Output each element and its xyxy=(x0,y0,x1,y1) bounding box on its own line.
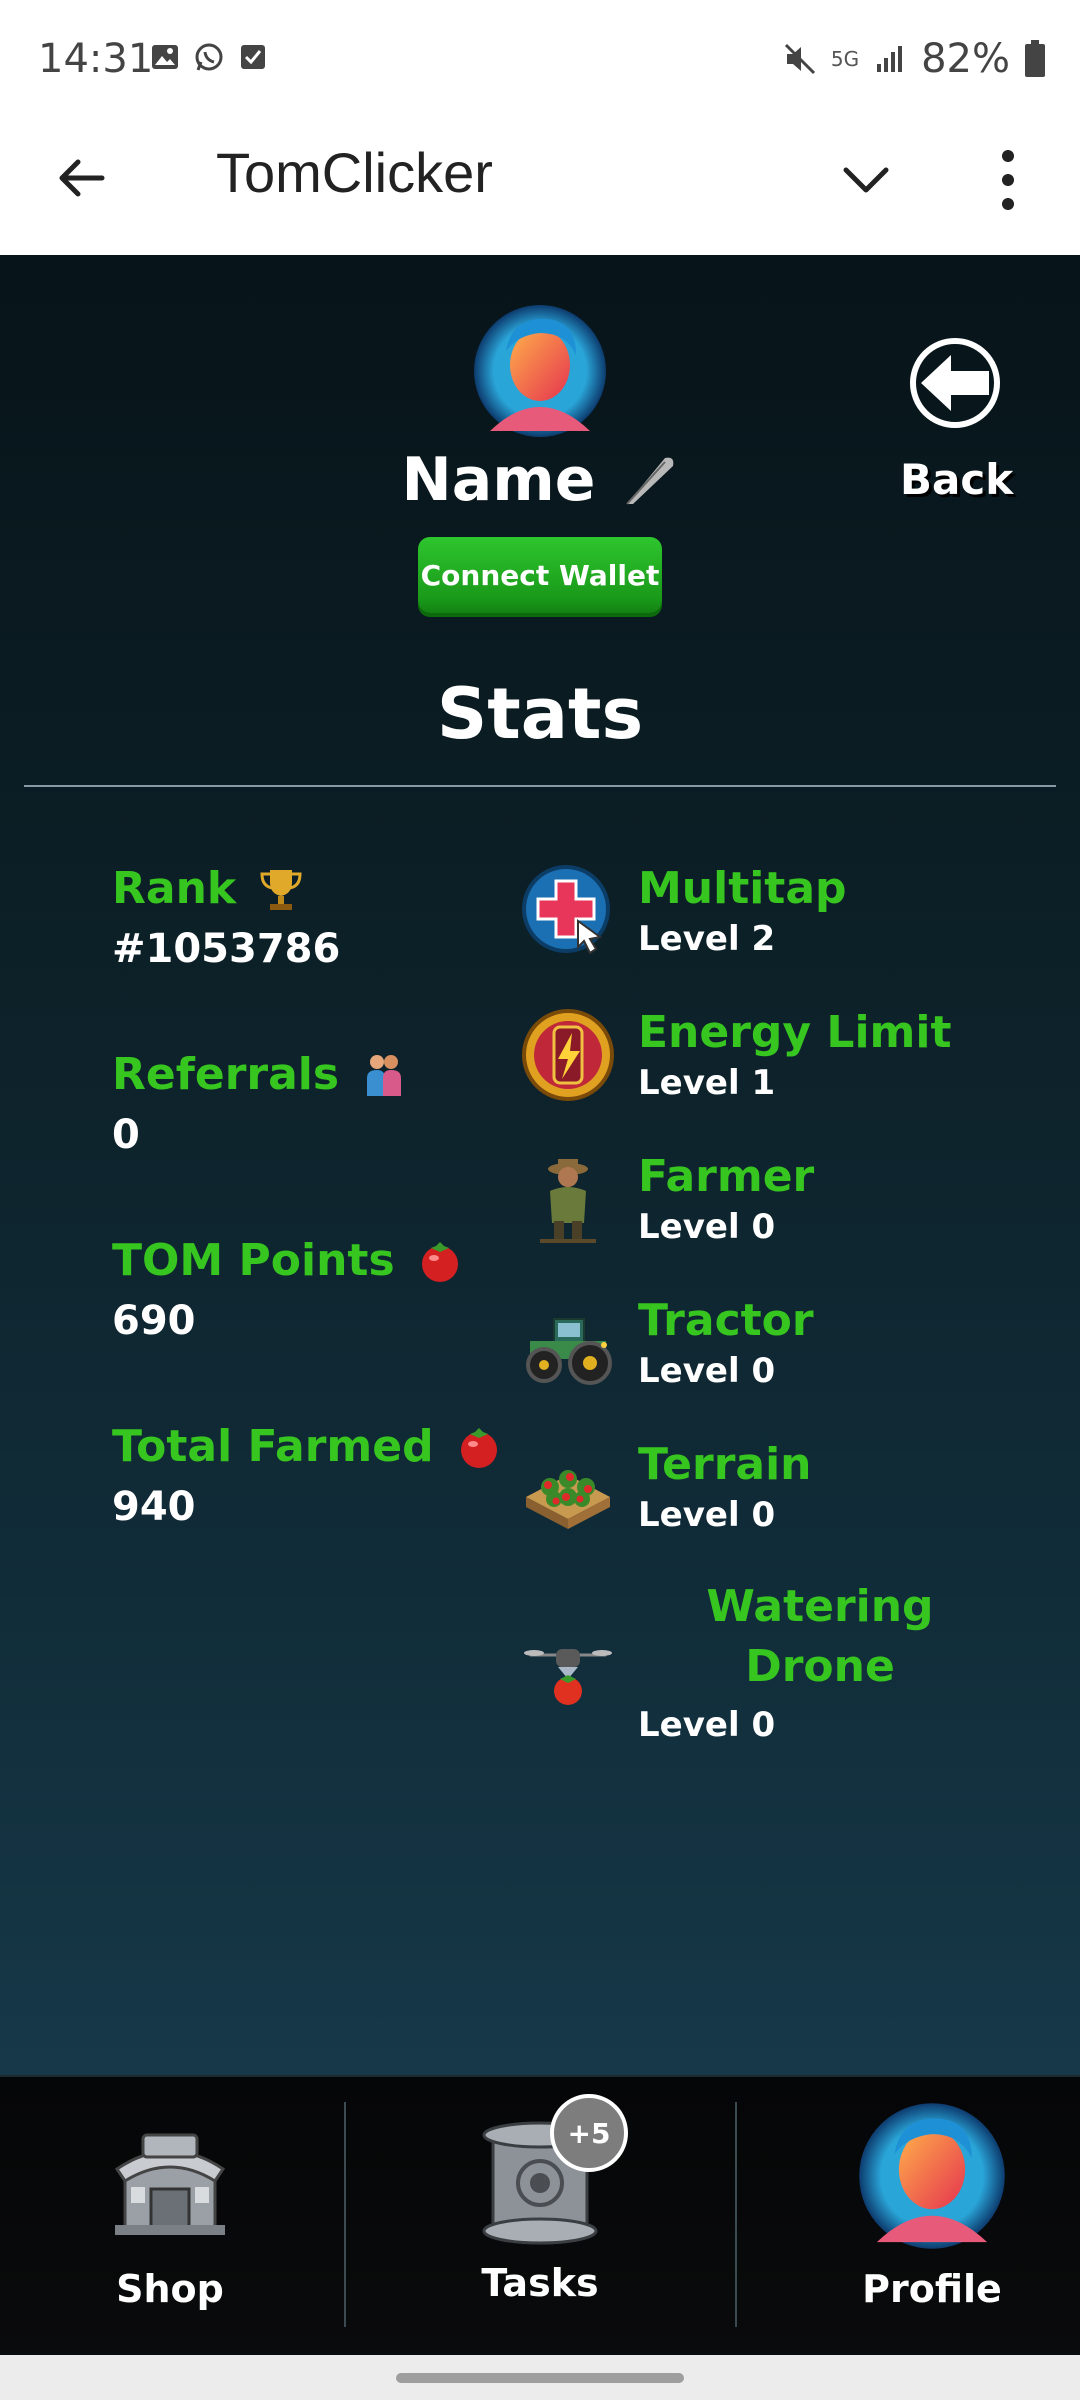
upgrade-tractor: Tractor Level 0 xyxy=(520,1295,1040,1425)
stat-label: Referrals xyxy=(112,1049,340,1100)
more-options-icon[interactable] xyxy=(990,144,1026,216)
nav-profile[interactable]: Profile xyxy=(762,2077,1080,2357)
chevron-down-icon[interactable] xyxy=(836,150,896,210)
trophy-icon xyxy=(260,869,302,910)
tomato-icon xyxy=(421,1241,458,1282)
notification-icons xyxy=(150,42,268,72)
tractor-icon xyxy=(526,1318,612,1385)
upgrade-terrain: Terrain Level 0 xyxy=(520,1439,1040,1569)
upgrade-name-line1: Watering xyxy=(706,1581,934,1632)
nav-divider xyxy=(735,2102,737,2327)
upgrade-name: Tractor xyxy=(638,1295,814,1346)
profile-name: Name xyxy=(401,445,596,515)
drone-icon xyxy=(524,1649,612,1705)
back-circle-arrow-icon xyxy=(910,338,1000,428)
nav-label: Shop xyxy=(116,2267,224,2311)
back-arrow-icon[interactable] xyxy=(52,148,112,208)
terrain-icon xyxy=(526,1470,610,1529)
nav-label: Profile xyxy=(862,2267,1002,2311)
upgrade-level: Level 1 xyxy=(638,1063,776,1103)
nav-divider xyxy=(344,2102,346,2327)
upgrade-name: Multitap xyxy=(638,863,847,914)
status-time: 14:31 xyxy=(38,36,154,82)
gesture-bar xyxy=(0,2355,1080,2400)
stat-value: 0 xyxy=(112,1112,140,1158)
upgrade-name: Farmer xyxy=(638,1151,815,1202)
home-gesture-pill[interactable] xyxy=(396,2373,684,2383)
farmer-icon xyxy=(540,1159,596,1243)
whatsapp-icon xyxy=(195,43,223,71)
stats-title: Stats xyxy=(436,673,644,755)
upgrade-level: Level 0 xyxy=(638,1495,776,1535)
status-bar: 14:31 5G 82% xyxy=(0,0,1080,120)
mute-icon xyxy=(784,43,815,75)
feather-edit-icon[interactable] xyxy=(619,450,679,510)
connect-wallet-button[interactable]: Connect Wallet xyxy=(418,537,662,613)
stat-rank: Rank #1053786 xyxy=(112,863,340,972)
back-button[interactable]: Back xyxy=(900,335,1014,504)
nav-shop[interactable]: Shop xyxy=(0,2077,340,2357)
avatar xyxy=(474,305,606,437)
battery-icon xyxy=(1025,40,1045,77)
upgrade-watering-drone: Watering Drone Level 0 xyxy=(520,1581,1040,1773)
game-panel: Name Connect Wallet Back Stats Rank #105… xyxy=(0,255,1080,2075)
upgrade-level: Level 0 xyxy=(638,1351,776,1391)
shop-icon xyxy=(114,2133,226,2235)
nav-tasks[interactable]: +5 Tasks xyxy=(370,2077,710,2357)
upgrade-farmer: Farmer Level 0 xyxy=(520,1151,1040,1281)
upgrade-multitap: Multitap Level 2 xyxy=(520,863,1040,993)
stat-referrals: Referrals 0 xyxy=(112,1049,407,1158)
status-right: 5G 82% xyxy=(783,36,1046,82)
hug-icon xyxy=(367,1054,402,1096)
upgrade-energy-limit: Energy Limit Level 1 xyxy=(520,1007,1040,1137)
stat-label: Total Farmed xyxy=(112,1421,434,1472)
tomato-icon xyxy=(460,1427,497,1468)
stat-total-farmed: Total Farmed 940 xyxy=(112,1421,502,1530)
upgrade-name: Energy Limit xyxy=(638,1007,952,1058)
upgrade-level: Level 0 xyxy=(638,1705,776,1745)
nav-label: Tasks xyxy=(481,2261,599,2305)
tasks-badge: +5 xyxy=(550,2094,628,2172)
back-label: Back xyxy=(900,455,1014,504)
upgrade-name-line2: Drone xyxy=(745,1641,895,1692)
app-bar: TomClicker xyxy=(0,120,1080,255)
network-type: 5G xyxy=(830,47,860,71)
upgrade-name: Terrain xyxy=(638,1439,812,1490)
upgrade-level: Level 0 xyxy=(638,1207,776,1247)
battery-percent: 82% xyxy=(921,36,1010,82)
stat-value: 940 xyxy=(112,1484,196,1530)
stat-tom-points: TOM Points 690 xyxy=(112,1235,463,1344)
stat-label: Rank xyxy=(112,863,237,914)
bottom-nav: Shop +5 Tasks Profile xyxy=(0,2075,1080,2357)
divider xyxy=(24,785,1056,787)
checkbox-icon xyxy=(241,45,265,69)
upgrade-level: Level 2 xyxy=(638,919,776,959)
app-title: TomClicker xyxy=(216,141,493,204)
stat-value: #1053786 xyxy=(112,926,341,972)
energy-battery-icon xyxy=(522,1009,614,1101)
stat-label: TOM Points xyxy=(112,1235,395,1286)
multitap-icon xyxy=(522,865,610,955)
avatar xyxy=(859,2103,1005,2249)
upgrade-name: Watering Drone xyxy=(630,1577,1010,1697)
signal-icon xyxy=(877,46,903,72)
stat-value: 690 xyxy=(112,1298,196,1344)
gallery-icon xyxy=(152,45,178,69)
